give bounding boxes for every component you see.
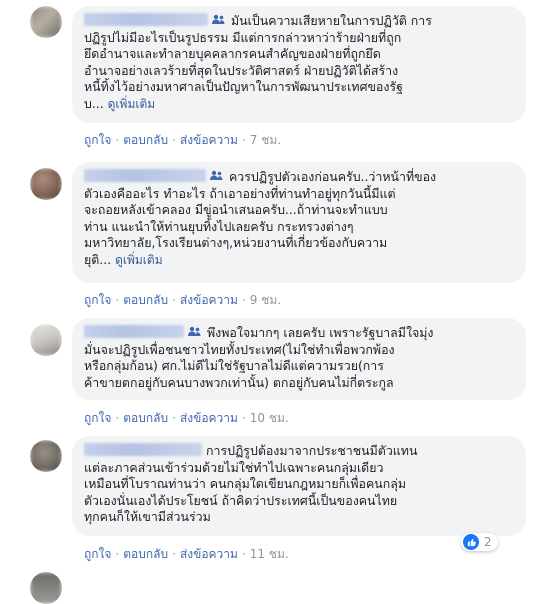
message-button[interactable]: ส่งข้อความ: [180, 547, 238, 561]
message-button[interactable]: ส่งข้อความ: [180, 411, 238, 425]
comment-bubble: พึงพอใจมากๆ เลยครับ เพราะรัฐบาลมีใจมุ่ง …: [72, 318, 526, 400]
timestamp[interactable]: 7 ชม.: [250, 133, 281, 147]
avatar[interactable]: [30, 572, 62, 604]
top-fan-icon: [210, 170, 223, 180]
comment-text: ควรปฏิรูปตัวเองก่อนครับ..ว่าหน้าที่ของ ต…: [84, 169, 514, 269]
timestamp[interactable]: 11 ชม.: [250, 547, 289, 561]
top-fan-icon: [212, 14, 225, 24]
avatar[interactable]: [30, 440, 62, 472]
see-more-link[interactable]: ดูเพิ่มเติม: [115, 253, 163, 267]
reaction-count: 2: [484, 535, 492, 549]
commenter-name[interactable]: [84, 169, 206, 182]
comment-text: พึงพอใจมากๆ เลยครับ เพราะรัฐบาลมีใจมุ่ง …: [84, 325, 514, 391]
reply-button[interactable]: ตอบกลับ: [123, 547, 168, 561]
commenter-name[interactable]: [84, 13, 208, 26]
timestamp[interactable]: 9 ชม.: [250, 293, 281, 307]
comment-actions: ถูกใจ · ตอบกลับ · ส่งข้อความ · 7 ชม.: [84, 133, 282, 147]
avatar[interactable]: [30, 168, 62, 200]
see-more-link[interactable]: ดูเพิ่มเติม: [108, 97, 156, 111]
like-button[interactable]: ถูกใจ: [84, 293, 111, 307]
like-icon: [463, 534, 479, 550]
like-button[interactable]: ถูกใจ: [84, 411, 111, 425]
message-button[interactable]: ส่งข้อความ: [180, 133, 238, 147]
reply-button[interactable]: ตอบกลับ: [123, 133, 168, 147]
commenter-name[interactable]: [84, 443, 202, 456]
comment-bubble: ควรปฏิรูปตัวเองก่อนครับ..ว่าหน้าที่ของ ต…: [72, 162, 526, 283]
comment-actions: ถูกใจ · ตอบกลับ · ส่งข้อความ · 11 ชม.: [84, 547, 289, 561]
comment-actions: ถูกใจ · ตอบกลับ · ส่งข้อความ · 9 ชม.: [84, 293, 282, 307]
avatar[interactable]: [30, 324, 62, 356]
top-fan-icon: [188, 326, 201, 336]
commenter-name[interactable]: [84, 325, 184, 338]
avatar[interactable]: [30, 6, 62, 38]
reaction-summary[interactable]: 2: [461, 533, 498, 551]
message-button[interactable]: ส่งข้อความ: [180, 293, 238, 307]
comment-bubble: การปฏิรูปต้องมาจากประชาชนมีตัวแทน แต่ละภ…: [72, 436, 526, 536]
like-button[interactable]: ถูกใจ: [84, 547, 111, 561]
reply-button[interactable]: ตอบกลับ: [123, 411, 168, 425]
comment-actions: ถูกใจ · ตอบกลับ · ส่งข้อความ · 10 ชม.: [84, 411, 289, 425]
reply-button[interactable]: ตอบกลับ: [123, 293, 168, 307]
comment-bubble: มันเป็นความเสียหายในการปฏิวัติ การ ปฏิรู…: [72, 6, 526, 123]
timestamp[interactable]: 10 ชม.: [250, 411, 289, 425]
comment-text: มันเป็นความเสียหายในการปฏิวัติ การ ปฏิรู…: [84, 13, 514, 113]
like-button[interactable]: ถูกใจ: [84, 133, 111, 147]
comment-text: การปฏิรูปต้องมาจากประชาชนมีตัวแทน แต่ละภ…: [84, 443, 514, 526]
